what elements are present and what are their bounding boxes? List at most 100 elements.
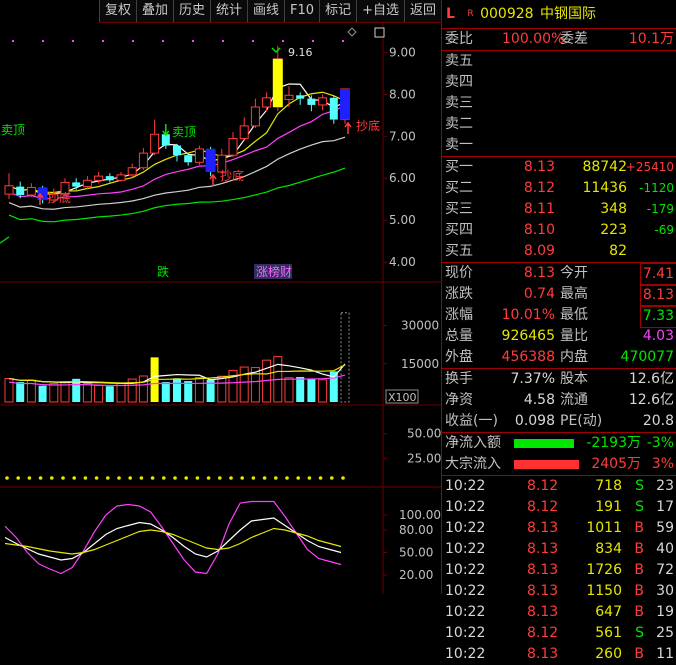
stock-code: 000928 (480, 6, 534, 22)
stat-value-2: 7.33 (639, 305, 676, 328)
volume-bar (307, 379, 316, 402)
ma-line-10 (8, 91, 346, 194)
toolbar-button-8[interactable]: 返回 (403, 0, 441, 22)
chart-area[interactable]: 9.00 8.00 7.00 6.00 5.00 4.00 卖顶 卖顶 抄底 抄底 抄底 9.16 跌涨… (0, 0, 441, 594)
toolbar-button-0[interactable]: 复权 (98, 0, 136, 22)
sell-label: 卖二 (445, 116, 473, 132)
signal-label: 抄底 (220, 168, 244, 183)
stat2-label: 收益(一) (445, 413, 498, 429)
tick-count: 11 (656, 646, 674, 662)
ind1-dot (83, 476, 88, 480)
candle-body (262, 97, 272, 108)
marker-dot (12, 40, 14, 42)
tick-time: 10:22 (445, 562, 486, 578)
candle-body (173, 145, 181, 156)
toolbar-button-6[interactable]: 标记 (319, 0, 357, 22)
candle-body (184, 155, 193, 163)
stat-label: 外盘 (445, 349, 473, 365)
buy-price: 8.13 (523, 159, 555, 175)
stat2-value-2: 12.6亿 (628, 392, 674, 408)
weibi-value: 100.00% (502, 31, 565, 47)
buy-change: -1120 (639, 181, 674, 195)
toolbar-button-7[interactable]: +自选 (356, 0, 404, 22)
tick-side: B (634, 562, 644, 578)
ind1-dot (173, 476, 177, 480)
ind1-dot (285, 476, 289, 480)
ind1-dot (229, 476, 233, 480)
tick-time: 10:22 (445, 646, 486, 662)
candle-body (26, 186, 36, 196)
buy-row: 买四 8.10 223 -69 (442, 220, 676, 241)
stat2-value: 0.098 (514, 413, 555, 429)
stat2-label-2: 流通 (560, 392, 588, 408)
price-tick-label: 7.00 (389, 129, 416, 143)
toolbar-button-4[interactable]: 画线 (247, 0, 285, 22)
tick-row: 10:22 8.13 1150 B 30 (442, 581, 676, 602)
stat2-label-2: 股本 (560, 371, 588, 387)
tick-price: 8.13 (527, 562, 559, 578)
tick-time: 10:22 (445, 520, 486, 536)
tick-time: 10:22 (445, 583, 486, 599)
tick-side: S (635, 478, 644, 494)
flow-pct: -3% (646, 435, 674, 451)
sell-label: 卖一 (445, 137, 473, 153)
ind1-dot (94, 476, 99, 480)
volume-bar (94, 384, 104, 403)
price-tick-label: 4.00 (389, 255, 416, 269)
marker-dot (252, 40, 254, 42)
volume-bar (161, 382, 170, 402)
tick-row: 10:22 8.13 834 B 40 (442, 539, 676, 560)
tick-side: S (635, 625, 644, 641)
tick-row: 10:22 8.12 191 S 17 (442, 497, 676, 518)
tick-count: 40 (656, 541, 674, 557)
volume-bar (284, 377, 294, 403)
stat-value: 926465 (501, 328, 555, 344)
toolbar-button-2[interactable]: 历史 (172, 0, 210, 22)
tick-price: 8.12 (527, 478, 559, 494)
volume-unit-label: X100 (388, 391, 417, 404)
candle-body (4, 185, 14, 195)
signal-arrow (344, 121, 352, 134)
chart-diamond-icon (347, 27, 357, 37)
volume-tick-label: 15000 (401, 357, 439, 371)
stats2-block: 换手 7.37% 股本 12.6亿 净资 4.58 流通 12.6亿 收益(一) 0.098 PE(… (442, 369, 676, 433)
toolbar-button-3[interactable]: 统计 (210, 0, 248, 22)
toolbar-button-5[interactable]: F10 (284, 0, 320, 22)
stat-label-2: 内盘 (560, 349, 588, 365)
marker-dot (132, 40, 134, 42)
tick-row: 10:22 8.13 647 B 19 (442, 602, 676, 623)
sell-row: 卖一 (442, 135, 676, 156)
sell-row: 卖三 (442, 93, 676, 114)
tick-price: 8.13 (527, 583, 559, 599)
stat-row: 外盘 456388 内盘 470077 (442, 347, 676, 368)
ind1-dot (307, 476, 312, 480)
marker-dot (222, 40, 224, 42)
ind1-dot (195, 476, 200, 480)
candle-body (250, 106, 260, 127)
stat-row: 涨跌 0.74 最高 8.13 (442, 284, 676, 307)
tick-volume: 561 (595, 625, 622, 641)
tick-side: B (634, 541, 644, 557)
toolbar-button-1[interactable]: 叠加 (135, 0, 173, 22)
weibi-label: 委比 (445, 31, 473, 47)
stat-label-2: 今开 (560, 265, 588, 281)
ind1-dot (61, 476, 65, 480)
ind1-dot (218, 476, 222, 480)
tick-time: 10:22 (445, 499, 486, 515)
r-marker: R (467, 9, 474, 19)
kline-chart[interactable]: 9.008.007.006.005.004.00卖顶 卖顶抄底抄底抄底9.16跌涨… (0, 0, 441, 594)
marker-dot (342, 40, 344, 42)
buy-price: 8.11 (523, 201, 555, 217)
flow-value: 2405万 (591, 456, 641, 472)
buy-change: +25410 (625, 160, 674, 174)
signal-label: 卖顶 (172, 125, 196, 139)
stat-row: 总量 926465 量比 4.03 (442, 326, 676, 347)
candle-body (329, 97, 338, 120)
marker-dot (42, 40, 44, 42)
tick-list[interactable]: 10:22 8.12 718 S 23 10:22 8.12 191 S 17 10:22 8.13 1… (442, 476, 676, 665)
marker-dot (72, 40, 74, 42)
sell-label: 卖三 (445, 95, 473, 111)
signal-arrow (162, 124, 170, 137)
highlight-candle (340, 89, 350, 120)
ind1-tick-label: 50.00 (407, 427, 441, 441)
